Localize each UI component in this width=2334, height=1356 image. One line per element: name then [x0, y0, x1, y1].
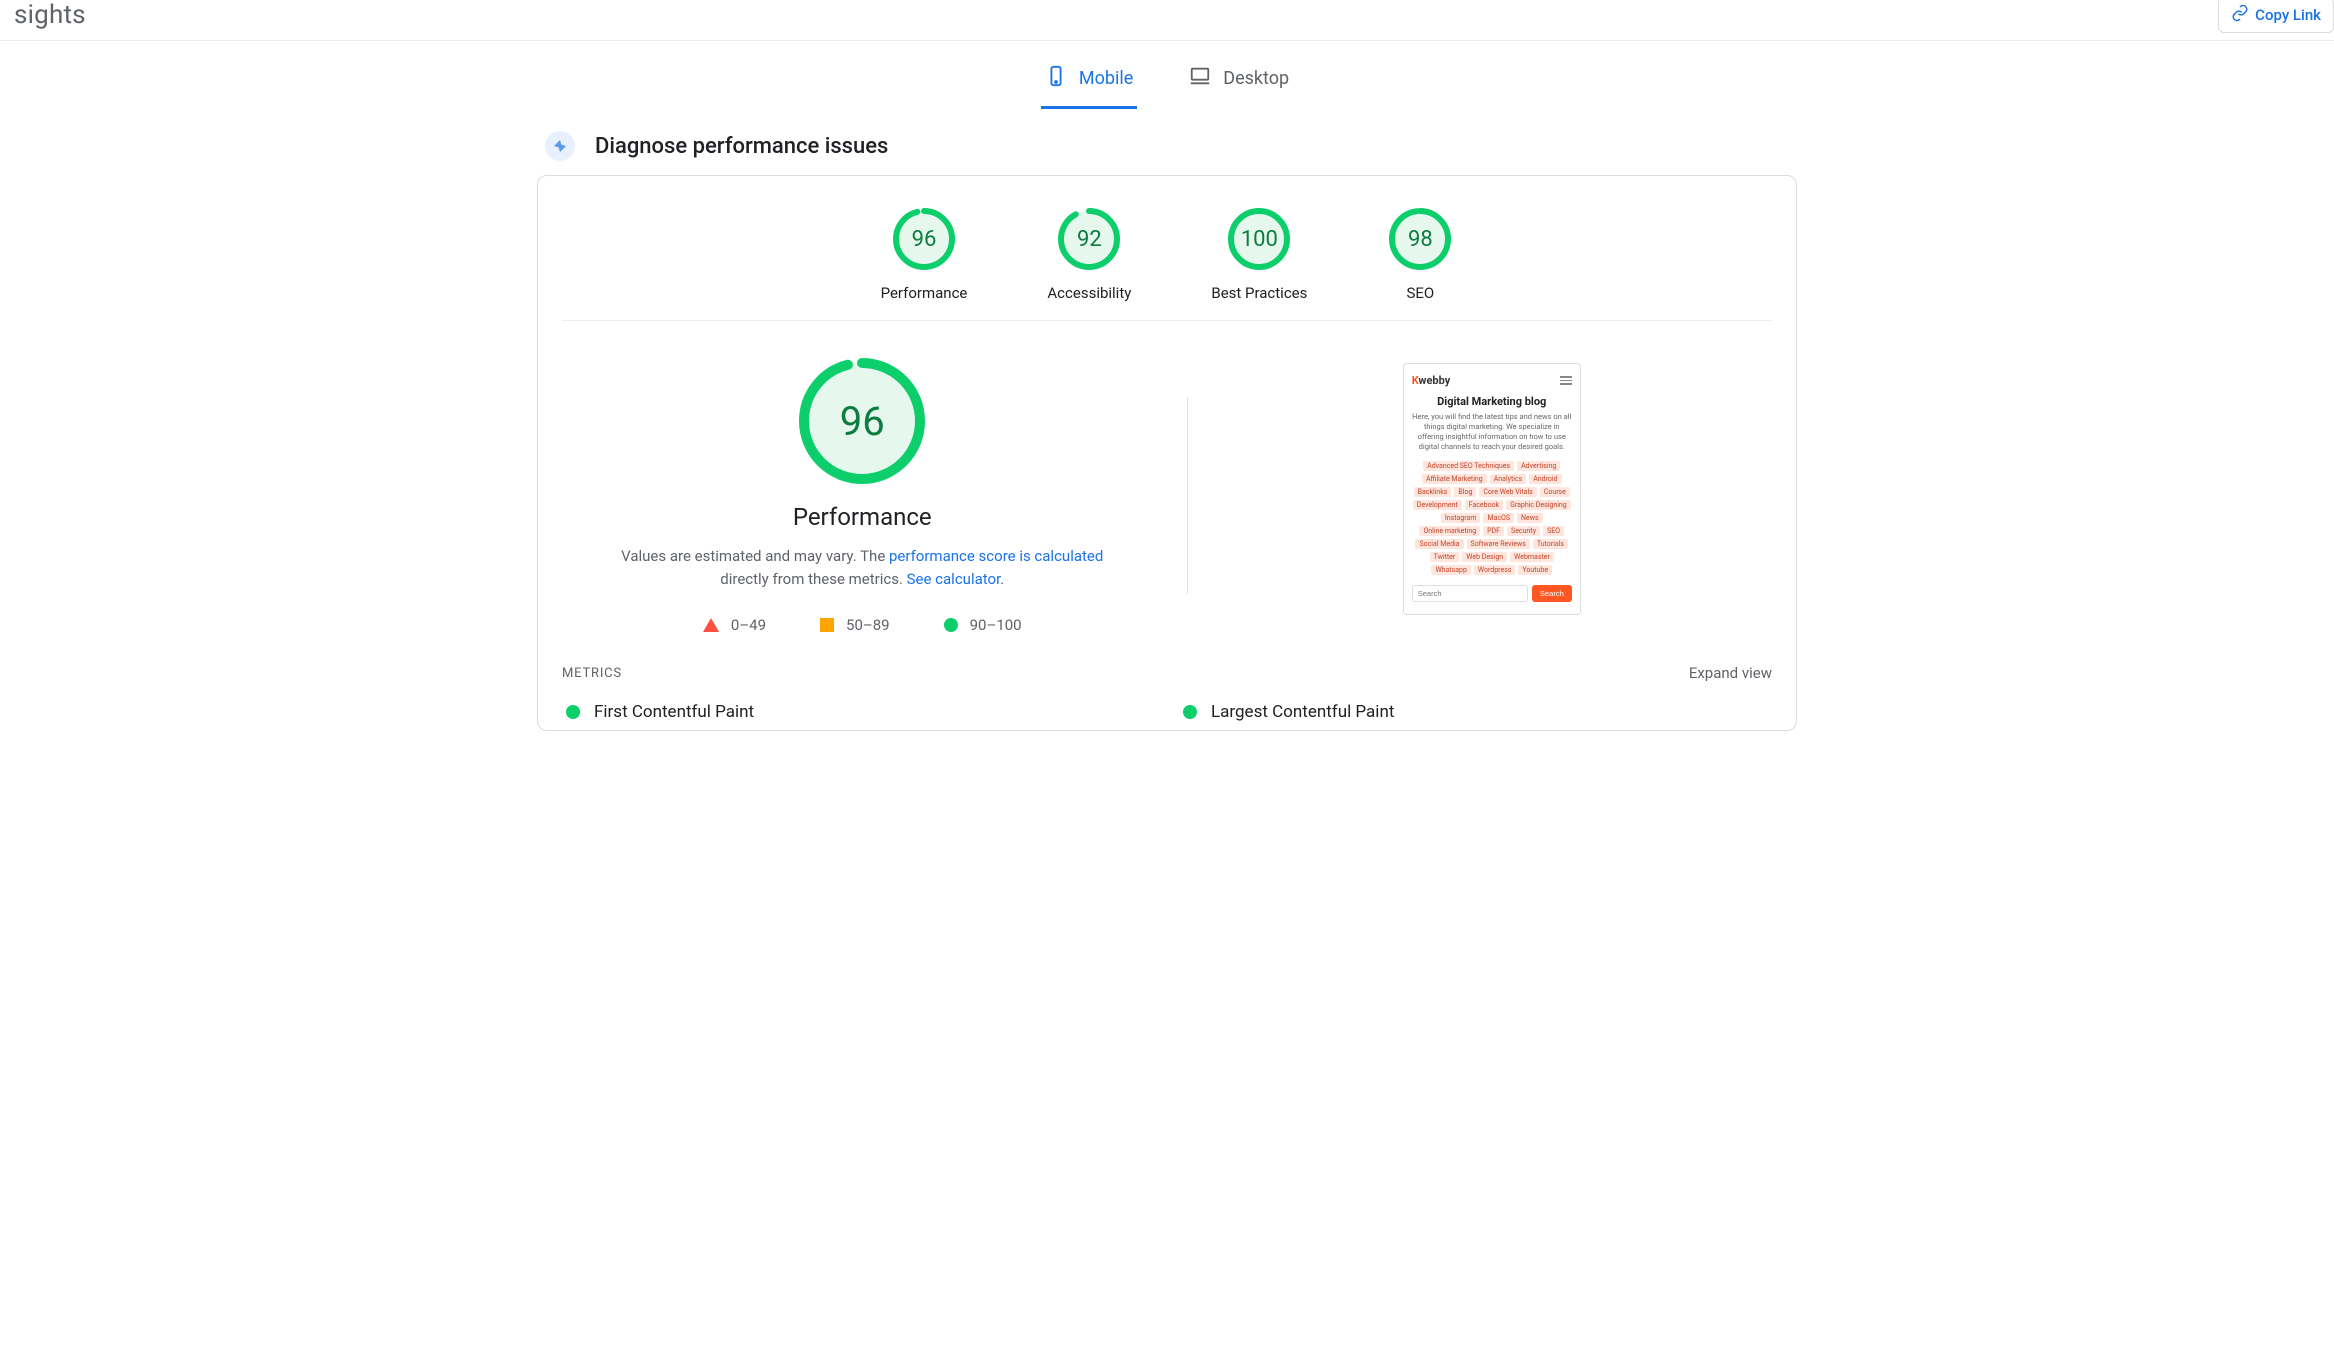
performance-score-large: 96: [798, 357, 926, 485]
link-score-calculated[interactable]: performance score is calculated: [889, 547, 1103, 565]
metric-row[interactable]: First Contentful Paint: [562, 694, 1155, 730]
gauge-accessibility[interactable]: 92 Accessibility: [1047, 206, 1131, 302]
metric-name: Largest Contentful Paint: [1211, 702, 1394, 722]
gauge-value: 100: [1226, 206, 1292, 272]
metric-row[interactable]: Largest Contentful Paint: [1179, 694, 1772, 730]
preview-tag: Security: [1507, 526, 1540, 536]
copy-link-label: Copy Link: [2255, 6, 2321, 24]
expand-view-toggle[interactable]: Expand view: [1689, 664, 1772, 682]
preview-tag: Whatsapp: [1431, 565, 1470, 575]
hamburger-icon: [1560, 376, 1572, 385]
preview-tag: Webmaster: [1510, 552, 1554, 562]
preview-tag: Social Media: [1415, 539, 1463, 549]
performance-label-large: Performance: [793, 503, 932, 531]
preview-tag: Instagram: [1441, 513, 1481, 523]
legend-mid: 50–89: [846, 616, 890, 634]
preview-tag: Youtube: [1518, 565, 1552, 575]
preview-tag: SEO: [1543, 526, 1564, 536]
gauge-performance[interactable]: 96 Performance: [881, 206, 968, 302]
preview-tag: PDF: [1483, 526, 1504, 536]
metrics-heading: METRICS: [562, 666, 622, 681]
preview-tag: News: [1517, 513, 1543, 523]
gauge-label: Best Practices: [1211, 284, 1307, 302]
gauge-value: 96: [891, 206, 957, 272]
gauge-label: SEO: [1407, 284, 1435, 302]
gauge-label: Accessibility: [1047, 284, 1131, 302]
gauge-best-practices[interactable]: 100 Best Practices: [1211, 206, 1307, 302]
legend-bad: 0–49: [731, 616, 766, 634]
tab-mobile[interactable]: Mobile: [1041, 59, 1137, 109]
preview-tag: MacOS: [1483, 513, 1514, 523]
vertical-divider: [1187, 397, 1188, 594]
gauge-ring: 96: [891, 206, 957, 272]
preview-tag: Blog: [1454, 487, 1476, 497]
gauge-value: 98: [1387, 206, 1453, 272]
metrics-grid: First Contentful Paint Largest Contentful…: [562, 694, 1772, 730]
preview-tag: Facebook: [1465, 500, 1503, 510]
page-screenshot-preview: Kwebby Digital Marketing blog Here, you …: [1403, 363, 1581, 615]
status-dot-icon: [566, 705, 580, 719]
preview-tag: Wordpress: [1474, 565, 1516, 575]
gauge-ring: 98: [1387, 206, 1453, 272]
circle-icon: [944, 618, 958, 632]
preview-tag: Course: [1540, 487, 1570, 497]
report-card: 96 Performance 92 Accessibility 100 Best…: [537, 175, 1797, 731]
score-legend: 0–49 50–89 90–100: [703, 616, 1022, 634]
compass-icon: [545, 131, 575, 161]
preview-subtitle: Here, you will find the latest tips and …: [1412, 412, 1572, 453]
gauge-value: 92: [1056, 206, 1122, 272]
mobile-icon: [1045, 65, 1067, 92]
preview-tags: Advanced SEO TechniquesAdvertising Affili…: [1412, 461, 1572, 575]
preview-tag: Graphic Designing: [1506, 500, 1571, 510]
preview-tag: Development: [1413, 500, 1462, 510]
gauge-label: Performance: [881, 284, 968, 302]
preview-logo: Kwebby: [1412, 374, 1451, 387]
gauge-ring: 92: [1056, 206, 1122, 272]
brand-text: sights: [14, 0, 86, 30]
device-tabs: Mobile Desktop: [0, 59, 2334, 109]
preview-tag: Tutorials: [1533, 539, 1568, 549]
preview-tag: Web Design: [1462, 552, 1507, 562]
preview-search-button: Search: [1532, 585, 1572, 602]
link-icon: [2231, 4, 2249, 26]
desktop-icon: [1189, 65, 1211, 92]
preview-search-input: [1412, 585, 1528, 602]
preview-tag: Advertising: [1517, 461, 1560, 471]
gauge-ring: 100: [1226, 206, 1292, 272]
preview-tag: Affiliate Marketing: [1422, 474, 1487, 484]
tab-mobile-label: Mobile: [1079, 68, 1133, 89]
preview-tag: Twitter: [1430, 552, 1460, 562]
legend-good: 90–100: [970, 616, 1022, 634]
square-icon: [820, 618, 834, 632]
triangle-icon: [703, 618, 719, 632]
preview-tag: Android: [1529, 474, 1561, 484]
tab-desktop-label: Desktop: [1223, 68, 1289, 89]
link-see-calculator[interactable]: See calculator: [907, 570, 1001, 588]
preview-tag: Backlinks: [1414, 487, 1452, 497]
tab-desktop[interactable]: Desktop: [1185, 59, 1293, 109]
gauge-seo[interactable]: 98 SEO: [1387, 206, 1453, 302]
performance-detail: 96 Performance Values are estimated and …: [562, 357, 1163, 634]
preview-tag: Software Reviews: [1467, 539, 1530, 549]
copy-link-button[interactable]: Copy Link: [2218, 0, 2334, 33]
status-dot-icon: [1183, 705, 1197, 719]
preview-tag: Analytics: [1490, 474, 1527, 484]
section-title: Diagnose performance issues: [595, 134, 888, 159]
performance-gauge-large: 96: [798, 357, 926, 485]
preview-tag: Online marketing: [1419, 526, 1480, 536]
preview-tag: Advanced SEO Techniques: [1423, 461, 1514, 471]
preview-title: Digital Marketing blog: [1412, 395, 1572, 408]
gauges-row: 96 Performance 92 Accessibility 100 Best…: [562, 200, 1772, 321]
metric-name: First Contentful Paint: [594, 702, 754, 722]
performance-description: Values are estimated and may vary. The p…: [602, 545, 1122, 590]
header-divider: [0, 40, 2334, 41]
preview-tag: Core Web Vitals: [1479, 487, 1536, 497]
